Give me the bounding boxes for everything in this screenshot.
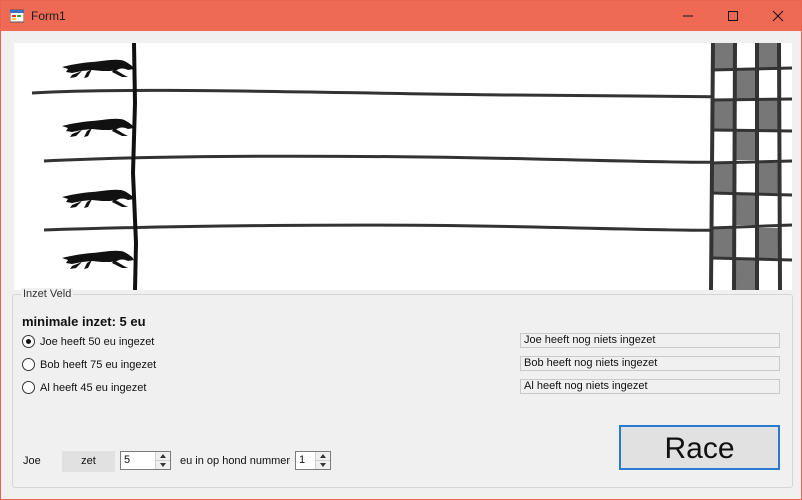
maximize-button[interactable] <box>710 1 756 31</box>
radio-label: Joe heeft 50 eu ingezet <box>40 335 155 348</box>
chevron-up-icon <box>160 454 166 458</box>
race-track <box>14 43 792 290</box>
winforms-app-icon <box>10 9 24 23</box>
maximize-icon <box>728 11 738 21</box>
inzet-veld-groupbox: Inzet Veld minimale inzet: 5 eu Joe heef… <box>12 288 793 488</box>
race-button[interactable]: Race <box>619 425 780 470</box>
close-icon <box>772 10 784 22</box>
bet-amount-stepper[interactable]: 5 <box>120 451 171 470</box>
spin-up-button[interactable] <box>156 452 170 461</box>
stepper-arrows[interactable] <box>315 452 330 469</box>
minimize-icon <box>683 15 693 17</box>
greyhound-icon <box>62 118 134 137</box>
groupbox-label: Inzet Veld <box>21 288 74 300</box>
greyhound-icon <box>62 189 134 208</box>
bet-amount-value: 5 <box>124 454 131 466</box>
lane-line <box>31 88 792 99</box>
lane-line <box>43 154 792 164</box>
bettor-radio-bob[interactable]: Bob heeft 75 eu ingezet <box>22 358 156 371</box>
chevron-down-icon <box>160 463 166 467</box>
greyhound-icon <box>62 59 134 78</box>
chevron-down-icon <box>320 463 326 467</box>
spin-down-button[interactable] <box>316 461 330 469</box>
finish-area <box>709 43 792 290</box>
bettor-radio-joe[interactable]: Joe heeft 50 eu ingezet <box>22 335 154 348</box>
radio-label: Bob heeft 75 eu ingezet <box>40 358 157 371</box>
bet-middle-label: eu in op hond nummer <box>180 455 291 467</box>
start-line <box>130 43 139 290</box>
stepper-arrows[interactable] <box>155 452 170 469</box>
race-track-drawing <box>31 43 792 290</box>
radio-button[interactable] <box>22 358 35 371</box>
spin-up-button[interactable] <box>316 452 330 461</box>
minimum-bet-label: minimale inzet: 5 eu <box>22 314 146 329</box>
window-title: Form1 <box>31 9 66 23</box>
radio-label: Al heeft 45 eu ingezet <box>40 381 147 394</box>
minimize-button[interactable] <box>665 1 711 31</box>
greyhound-icon <box>62 250 134 269</box>
radio-button[interactable] <box>22 381 35 394</box>
close-button[interactable] <box>755 1 801 31</box>
chevron-up-icon <box>320 454 326 458</box>
main-window: Form1 Inzet Veld minimale inzet: 5 eu Jo… <box>0 0 802 500</box>
bettor-name-label: Joe <box>23 455 41 467</box>
dog-number-value: 1 <box>299 454 306 466</box>
bettor-radio-al[interactable]: Al heeft 45 eu ingezet <box>22 381 146 394</box>
bet-status-bob: Bob heeft nog niets ingezet <box>520 356 780 371</box>
radio-button[interactable] <box>22 335 35 348</box>
bet-status-joe: Joe heeft nog niets ingezet <box>520 333 780 348</box>
title-bar[interactable]: Form1 <box>1 1 801 31</box>
form-client-area: Inzet Veld minimale inzet: 5 eu Joe heef… <box>2 32 800 498</box>
spin-down-button[interactable] <box>156 461 170 469</box>
bet-status-al: Al heeft nog niets ingezet <box>520 379 780 394</box>
dog-number-stepper[interactable]: 1 <box>295 451 331 470</box>
zet-button[interactable]: zet <box>62 451 115 472</box>
lane-line <box>43 223 792 232</box>
